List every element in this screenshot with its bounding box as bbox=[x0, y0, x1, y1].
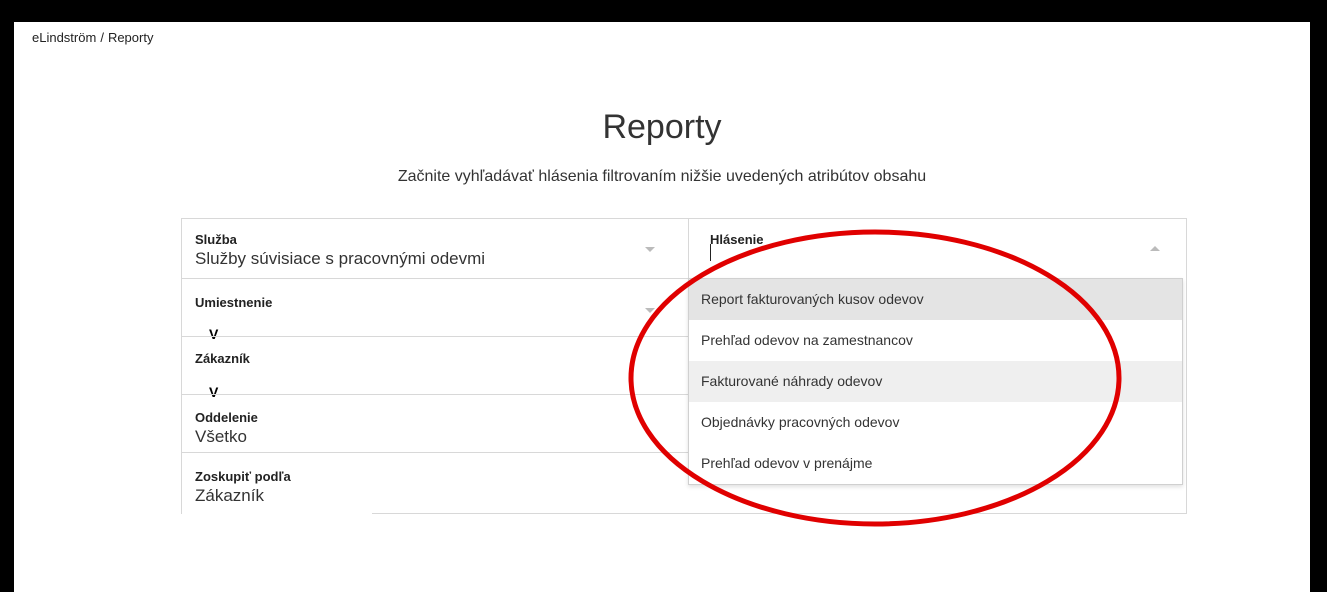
sluzba-label: Služba bbox=[195, 232, 237, 247]
dropdown-option[interactable]: Prehľad odevov na zamestnancov bbox=[689, 320, 1182, 361]
filter-panel-bottom-border bbox=[372, 513, 1186, 514]
sluzba-select[interactable]: Služba Služby súvisiace s pracovnými ode… bbox=[181, 218, 688, 278]
umiestnenie-value-box bbox=[195, 309, 625, 334]
zoskupit-select[interactable]: Zoskupiť podľa Zákazník bbox=[181, 452, 688, 513]
umiestnenie-label: Umiestnenie bbox=[195, 295, 273, 310]
zoskupit-value: Zákazník bbox=[195, 486, 264, 505]
oddelenie-value: Všetko bbox=[195, 427, 247, 446]
chevron-up-icon[interactable] bbox=[1150, 246, 1160, 251]
page-title: Reporty bbox=[602, 108, 722, 146]
zoskupit-label: Zoskupiť podľa bbox=[195, 469, 291, 484]
sluzba-value: Služby súvisiace s pracovnými odevmi bbox=[195, 249, 486, 268]
zakaznik-label: Zákazník bbox=[195, 351, 250, 366]
zakaznik-select[interactable]: Zákazník V bbox=[181, 336, 688, 400]
dropdown-option[interactable]: Fakturované náhrady odevov bbox=[689, 361, 1182, 402]
page-subtitle: Začnite vyhľadávať hlásenia filtrovaním … bbox=[397, 168, 927, 185]
hlasenie-label: Hlásenie bbox=[710, 232, 764, 247]
hlasenie-select[interactable]: Hlásenie bbox=[688, 218, 1185, 278]
report-page: eLindström / Reporty Reporty Začnite vyhľa… bbox=[14, 22, 1310, 592]
breadcrumb: eLindström / Reporty bbox=[32, 30, 153, 45]
oddelenie-label: Oddelenie bbox=[195, 410, 258, 425]
hlasenie-dropdown-list: Report fakturovaných kusov odevov Prehľad… bbox=[688, 278, 1183, 485]
zakaznik-value-box bbox=[195, 365, 625, 390]
dropdown-option[interactable]: Objednávky pracovných odevov bbox=[689, 402, 1182, 443]
chevron-down-icon[interactable] bbox=[645, 308, 655, 313]
dropdown-option[interactable]: Report fakturovaných kusov odevov bbox=[689, 279, 1182, 320]
dropdown-option[interactable]: Prehľad odevov v prenájme bbox=[689, 443, 1182, 484]
text-cursor bbox=[710, 244, 711, 261]
breadcrumb-root-link[interactable]: eLindström bbox=[32, 30, 96, 45]
chevron-down-icon[interactable] bbox=[645, 247, 655, 252]
breadcrumb-separator: / bbox=[100, 30, 104, 45]
breadcrumb-current: Reporty bbox=[107, 30, 154, 45]
oddelenie-select[interactable]: Oddelenie Všetko bbox=[181, 394, 688, 453]
umiestnenie-select[interactable]: Umiestnenie V bbox=[181, 278, 688, 342]
